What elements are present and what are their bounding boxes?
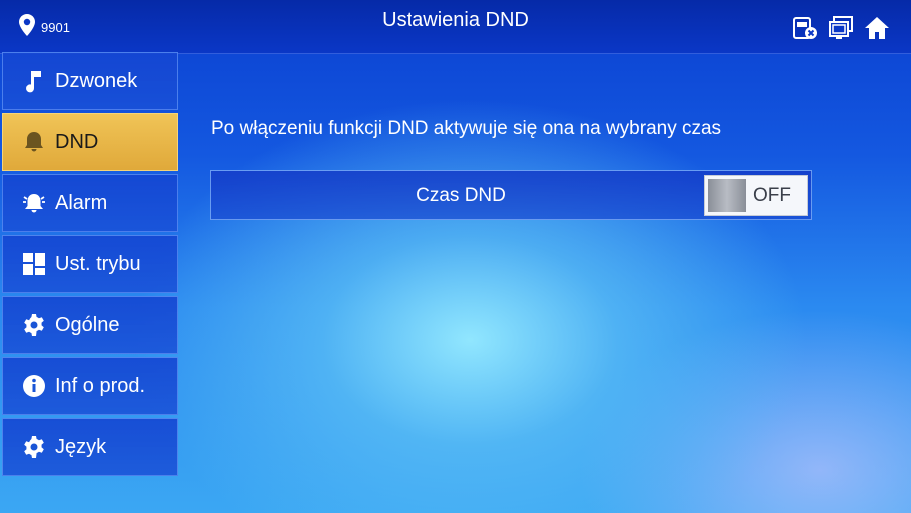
home-icon xyxy=(865,17,889,39)
top-bar: 9901 Ustawienia DND xyxy=(0,0,911,54)
sidebar-item-label: Dzwonek xyxy=(55,69,138,92)
sidebar-item-dzwonek[interactable]: Dzwonek xyxy=(2,52,178,110)
sidebar-item-label: Język xyxy=(55,435,107,458)
missed-call-button[interactable] xyxy=(791,14,819,42)
sidebar-item-label: Inf o prod. xyxy=(55,374,146,397)
missed-call-icon xyxy=(793,17,817,39)
sidebar-item-label: Ust. trybu xyxy=(55,252,141,275)
gear-icon xyxy=(17,430,51,464)
sidebar-item-label: DND xyxy=(55,130,99,153)
gear-icon xyxy=(17,308,51,342)
music-note-icon xyxy=(17,64,51,98)
sidebar-item-dnd[interactable]: DND xyxy=(2,113,178,171)
toggle-knob xyxy=(708,179,746,212)
toggle-state: OFF xyxy=(753,185,791,206)
dnd-toggle[interactable]: OFF xyxy=(704,175,808,216)
sidebar-item-label: Ogólne xyxy=(55,313,120,336)
bell-icon xyxy=(17,125,51,159)
dnd-description: Po włączeniu funkcji DND aktywuje się on… xyxy=(211,118,722,139)
monitor-icon xyxy=(829,16,853,39)
grid-icon xyxy=(17,247,51,281)
alarm-bell-icon xyxy=(17,186,51,220)
sidebar-item-label: Alarm xyxy=(55,191,108,214)
dnd-time-label: Czas DND xyxy=(416,185,506,206)
home-button[interactable] xyxy=(863,14,891,42)
sidebar-item-jezyk[interactable]: Język xyxy=(2,418,178,476)
page-title: Ustawienia DND xyxy=(382,9,529,31)
sidebar: Dzwonek DND Alarm Ust. trybu Ogólne Inf … xyxy=(2,52,178,479)
sidebar-item-inf-o-prod[interactable]: Inf o prod. xyxy=(2,357,178,415)
info-icon xyxy=(17,369,51,403)
dnd-time-row: Czas DND OFF xyxy=(210,170,812,220)
sidebar-item-ust-trybu[interactable]: Ust. trybu xyxy=(2,235,178,293)
monitor-button[interactable] xyxy=(827,14,855,42)
sidebar-item-ogolne[interactable]: Ogólne xyxy=(2,296,178,354)
sidebar-item-alarm[interactable]: Alarm xyxy=(2,174,178,232)
